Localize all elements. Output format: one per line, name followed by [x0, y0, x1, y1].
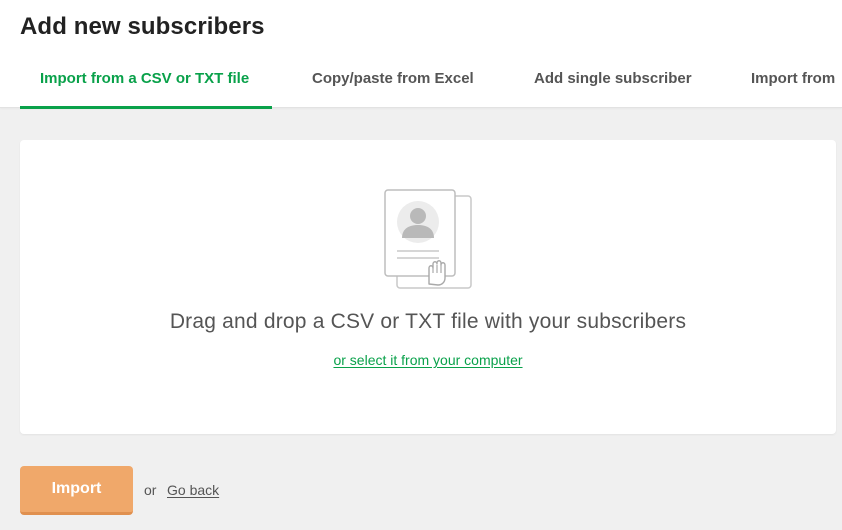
- select-file-link[interactable]: or select it from your computer: [333, 352, 522, 368]
- contact-card-drag-icon: [384, 189, 472, 289]
- import-button[interactable]: Import: [20, 466, 133, 515]
- page-title: Add new subscribers: [20, 13, 265, 40]
- dropzone-message: Drag and drop a CSV or TXT file with you…: [169, 310, 687, 333]
- page-header: Add new subscribers Import from a CSV or…: [0, 0, 842, 109]
- or-label: or: [144, 482, 157, 498]
- tab-copy-paste-excel[interactable]: Copy/paste from Excel: [312, 70, 474, 108]
- tab-add-single-subscriber[interactable]: Add single subscriber: [534, 70, 692, 108]
- tab-import-from[interactable]: Import from: [751, 70, 835, 108]
- go-back-link[interactable]: Go back: [167, 482, 219, 498]
- file-dropzone[interactable]: Drag and drop a CSV or TXT file with you…: [20, 140, 836, 434]
- select-file-link-container: or select it from your computer: [20, 352, 836, 368]
- active-tab-indicator: [20, 106, 272, 109]
- tab-import-csv[interactable]: Import from a CSV or TXT file: [40, 70, 249, 108]
